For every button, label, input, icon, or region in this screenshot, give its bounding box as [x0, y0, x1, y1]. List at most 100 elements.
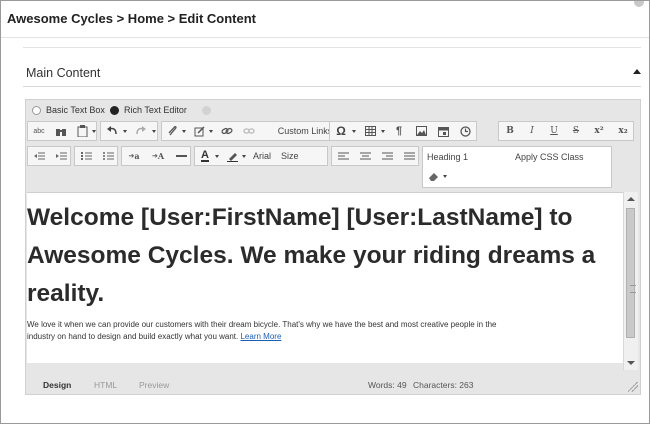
toolbar-group-font: A Arial Size: [194, 146, 328, 166]
editor-scrollbar[interactable]: [623, 192, 638, 370]
toolbar-group-lists: [74, 146, 118, 166]
link-icon: [221, 127, 233, 135]
paste-icon: [77, 125, 87, 137]
font-size-value: Size: [281, 151, 299, 161]
custom-links-label: Custom Links: [277, 126, 333, 136]
unlink-icon: [243, 128, 255, 134]
close-icon[interactable]: [634, 1, 644, 7]
uppercase-button[interactable]: ➔ A: [146, 147, 170, 165]
lowercase-label: a: [134, 151, 140, 161]
remove-link-button[interactable]: [238, 122, 260, 140]
numbered-list-button[interactable]: [75, 147, 97, 165]
superscript-button[interactable]: x²: [587, 122, 611, 140]
indent-button[interactable]: [50, 147, 72, 165]
spellcheck-button[interactable]: abc: [28, 122, 50, 140]
toolbar-group-objects: Ω ¶: [329, 121, 477, 141]
collapse-caret-icon[interactable]: [633, 69, 641, 74]
align-right-button[interactable]: [376, 147, 398, 165]
section-title: Main Content: [26, 66, 101, 80]
hyperlink-button[interactable]: [216, 122, 238, 140]
rich-text-editor-label[interactable]: Rich Text Editor: [124, 105, 187, 115]
paragraph-style-value: Heading 1: [427, 152, 469, 162]
eraser-icon: [428, 173, 438, 181]
paste-dropdown-button[interactable]: [72, 122, 98, 140]
main-content-section-header[interactable]: Main Content: [23, 58, 641, 87]
rich-text-editor-radio[interactable]: [110, 106, 119, 115]
edit-content-dialog: Awesome Cycles > Home > Edit Content Mai…: [0, 0, 650, 424]
apply-css-class-dropdown[interactable]: Apply CSS Class: [511, 148, 611, 166]
italic-button[interactable]: I: [521, 122, 543, 140]
indent-icon: [55, 152, 67, 159]
insert-date-button[interactable]: [432, 122, 454, 140]
undo-button[interactable]: [101, 122, 129, 140]
toolbar-group-tools: abc: [27, 121, 97, 141]
font-name-dropdown[interactable]: Arial: [249, 147, 275, 165]
tab-design[interactable]: Design: [43, 380, 71, 390]
toolbar-group-font-style: B I U S x² x₂: [498, 121, 634, 141]
content-paragraph: We love it when we can provide our custo…: [27, 319, 497, 343]
character-count: Characters: 263: [413, 380, 474, 390]
undo-icon: [107, 126, 117, 135]
uppercase-label: A: [157, 151, 165, 161]
strikethrough-button[interactable]: S: [565, 122, 587, 140]
toolbar-group-history: [100, 121, 158, 141]
justify-button[interactable]: [398, 147, 420, 165]
subscript-button[interactable]: x₂: [611, 122, 635, 140]
align-left-button[interactable]: [332, 147, 354, 165]
edit-icon: [194, 125, 205, 136]
font-name-value: Arial: [252, 151, 271, 161]
toolbar-group-case: ➔ a ➔ A: [121, 146, 191, 166]
breadcrumb: Awesome Cycles > Home > Edit Content: [7, 11, 256, 26]
basic-text-box-label[interactable]: Basic Text Box: [46, 105, 105, 115]
rich-text-editor: Basic Text Box Rich Text Editor abc Cust…: [25, 99, 641, 395]
scroll-down-arrow-icon[interactable]: [627, 361, 635, 365]
align-center-button[interactable]: [354, 147, 376, 165]
horizontal-rule-button[interactable]: [170, 147, 192, 165]
bulleted-list-icon: [102, 151, 114, 160]
underline-button[interactable]: U: [543, 122, 565, 140]
document-manager-button[interactable]: [162, 122, 188, 140]
font-color-icon: A: [201, 149, 209, 162]
redo-icon: [136, 126, 146, 135]
tab-preview[interactable]: Preview: [139, 380, 169, 390]
bold-button[interactable]: B: [499, 122, 521, 140]
scroll-up-arrow-icon[interactable]: [627, 197, 635, 201]
resize-handle-icon[interactable]: [628, 382, 638, 392]
justify-icon: [403, 152, 415, 159]
insert-table-button[interactable]: [359, 122, 387, 140]
calendar-icon: [437, 126, 449, 137]
editor-content-area[interactable]: Welcome [User:FirstName] [User:LastName]…: [27, 192, 623, 363]
basic-text-box-radio[interactable]: [32, 106, 41, 115]
find-replace-button[interactable]: [50, 122, 72, 140]
redo-button[interactable]: [130, 122, 158, 140]
tab-html[interactable]: HTML: [94, 380, 117, 390]
align-center-icon: [359, 152, 371, 159]
lowercase-button[interactable]: ➔ a: [122, 147, 146, 165]
paperclip-icon: [168, 125, 177, 135]
editor-status-bar: Design HTML Preview Words: 49 Characters…: [26, 374, 640, 394]
outdent-button[interactable]: [28, 147, 50, 165]
apply-css-class-label: Apply CSS Class: [515, 152, 584, 162]
dialog-header: Awesome Cycles > Home > Edit Content: [1, 1, 649, 38]
fore-color-button[interactable]: A: [195, 147, 221, 165]
align-right-icon: [381, 152, 393, 159]
paragraph-style-dropdown[interactable]: Heading 1: [423, 148, 511, 166]
paragraph-mark-button[interactable]: ¶: [388, 122, 410, 140]
insert-time-button[interactable]: [454, 122, 476, 140]
learn-more-link[interactable]: Learn More: [240, 332, 281, 341]
spellcheck-icon: abc: [33, 127, 45, 135]
back-color-button[interactable]: [222, 147, 248, 165]
omega-icon: Ω: [336, 124, 346, 138]
toolbar-group-align: [331, 146, 419, 166]
format-stripper-button[interactable]: [423, 167, 449, 185]
image-manager-button[interactable]: [410, 122, 432, 140]
toolbar-group-format: Heading 1 Apply CSS Class: [422, 146, 612, 188]
highlighter-icon: [226, 152, 238, 162]
scroll-thumb[interactable]: [626, 208, 636, 338]
help-icon[interactable]: [202, 106, 211, 115]
insert-symbol-button[interactable]: Ω: [330, 122, 358, 140]
font-size-dropdown[interactable]: Size: [277, 147, 329, 165]
image-editor-button[interactable]: [189, 122, 215, 140]
content-heading: Welcome [User:FirstName] [User:LastName]…: [27, 204, 596, 307]
bulleted-list-button[interactable]: [97, 147, 119, 165]
